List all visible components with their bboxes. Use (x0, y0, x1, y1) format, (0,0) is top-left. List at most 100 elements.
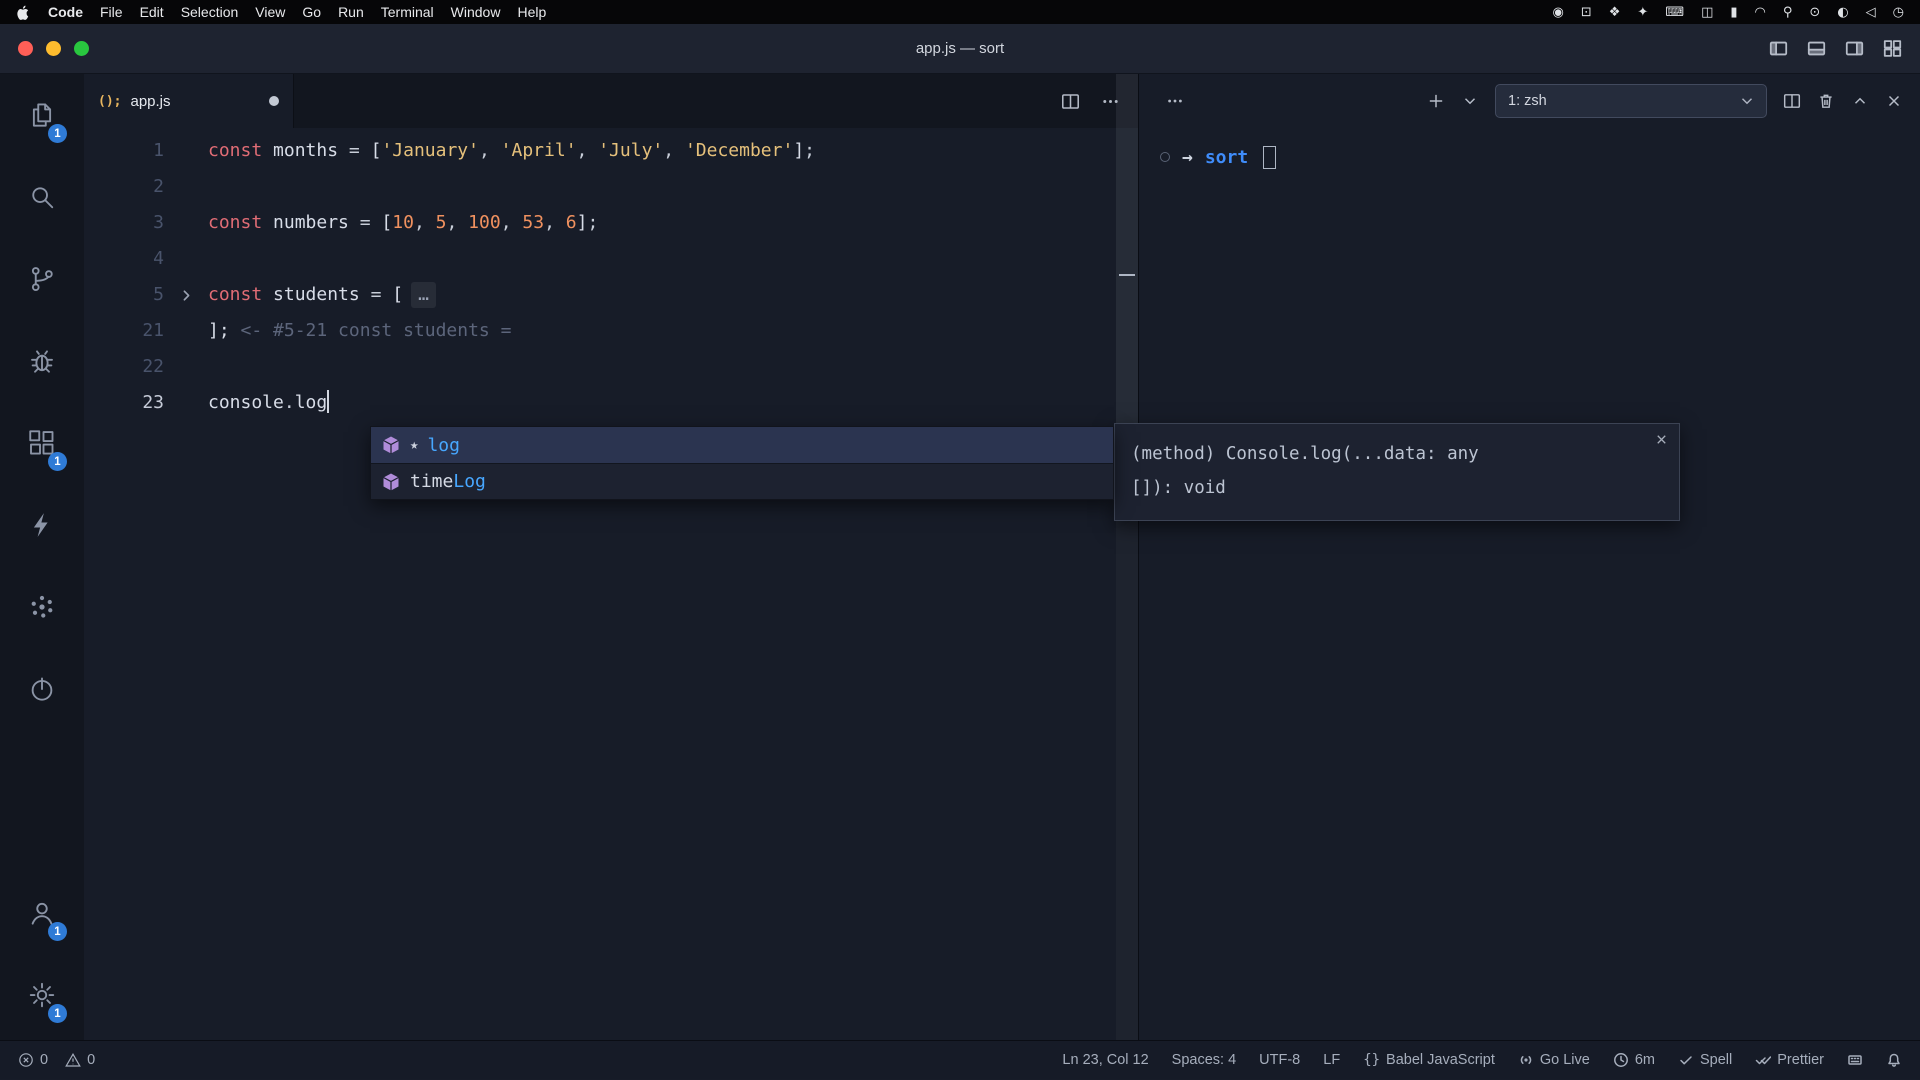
app-menu-code[interactable]: Code (48, 4, 83, 20)
code-token: , (544, 212, 566, 233)
close-window-button[interactable] (18, 41, 33, 56)
status-session-timer[interactable]: 6m (1613, 1052, 1655, 1068)
close-docs-icon[interactable] (1654, 432, 1669, 447)
activity-power[interactable] (0, 648, 84, 730)
new-terminal-icon[interactable] (1427, 92, 1445, 110)
terminal-profile-chevron-icon[interactable] (1461, 92, 1479, 110)
workbench: 11 11 (); app.js 1const months = ['Janua… (0, 74, 1920, 1040)
toggle-secondary-sidebar-icon[interactable] (1845, 39, 1864, 58)
menu-view[interactable]: View (255, 4, 285, 20)
apple-menu-icon[interactable] (16, 5, 31, 20)
activity-run-and-debug[interactable] (0, 320, 84, 402)
fold-gutter (164, 313, 208, 349)
status-language-mode[interactable]: {}Babel JavaScript (1363, 1052, 1495, 1068)
problems-errors[interactable]: 0 (18, 1052, 48, 1068)
activity-bar-bottom: 11 (0, 872, 84, 1040)
minimize-window-button[interactable] (46, 41, 61, 56)
window-controls (18, 41, 89, 56)
activity-accounts[interactable]: 1 (0, 872, 84, 954)
activity-source-control[interactable] (0, 238, 84, 320)
suggestion-item[interactable]: ★log (371, 427, 1113, 463)
code-token: 53 (522, 212, 544, 233)
check-icon (1678, 1052, 1694, 1068)
code-line[interactable]: 4 (84, 241, 1138, 277)
editor-scrollbar[interactable] (1116, 74, 1138, 1040)
code-token: const (208, 140, 262, 161)
code-token: ]; (208, 320, 230, 341)
toggle-primary-sidebar-icon[interactable] (1769, 39, 1788, 58)
split-terminal-icon[interactable] (1783, 92, 1801, 110)
maximize-panel-icon[interactable] (1851, 92, 1869, 110)
toggle-panel-icon[interactable] (1807, 39, 1826, 58)
line-number: 22 (84, 349, 164, 385)
status-prettier[interactable]: Prettier (1755, 1052, 1824, 1068)
code-line[interactable]: 1const months = ['January', 'April', 'Ju… (84, 133, 1138, 169)
code-token: 6 (566, 212, 577, 233)
fold-chevron-icon[interactable] (164, 277, 208, 313)
modified-indicator[interactable] (269, 96, 279, 106)
code-line[interactable]: 3const numbers = [10, 5, 100, 53, 6]; (84, 205, 1138, 241)
status-layout[interactable] (1847, 1052, 1863, 1068)
code-line[interactable]: 5const students = [… (84, 277, 1138, 313)
code-line[interactable]: 23console.log (84, 385, 1138, 421)
status-indentation[interactable]: Spaces: 4 (1172, 1052, 1237, 1068)
activity-extensions[interactable]: 1 (0, 402, 84, 484)
code-line[interactable]: 22 (84, 349, 1138, 385)
split-editor-icon[interactable] (1061, 92, 1080, 111)
activity-settings[interactable]: 1 (0, 954, 84, 1036)
shortcuts-icon[interactable]: ❖ (1609, 5, 1621, 20)
close-panel-icon[interactable] (1885, 92, 1903, 110)
battery-icon[interactable]: ▮ (1730, 5, 1737, 20)
window-manager-icon[interactable]: ◫ (1701, 5, 1713, 20)
search-icon[interactable]: ⚲ (1783, 5, 1793, 20)
terminal-content[interactable]: → sort (1139, 128, 1920, 1040)
keyboard-icon[interactable]: ⌨ (1665, 5, 1684, 20)
control-center-icon[interactable]: ⊙ (1809, 5, 1820, 20)
tab-app-js[interactable]: (); app.js (84, 74, 294, 128)
kill-terminal-icon[interactable] (1817, 92, 1835, 110)
status-spell[interactable]: Spell (1678, 1052, 1732, 1068)
code-token (349, 212, 360, 233)
menu-file[interactable]: File (100, 4, 123, 20)
layout-controls (1769, 39, 1902, 58)
activity-search[interactable] (0, 156, 84, 238)
code-line[interactable]: 21]; <- #5-21 const students = (84, 313, 1138, 349)
menu-help[interactable]: Help (517, 4, 546, 20)
menu-window[interactable]: Window (451, 4, 501, 20)
code-text: const months = ['January', 'April', 'Jul… (208, 133, 815, 169)
terminal-session-select[interactable]: 1: zsh (1495, 84, 1767, 118)
status-eol[interactable]: LF (1323, 1052, 1340, 1068)
problems-warnings[interactable]: 0 (65, 1052, 95, 1068)
clock-icon[interactable]: ◷ (1893, 5, 1904, 20)
code-line[interactable]: 2 (84, 169, 1138, 205)
menu-edit[interactable]: Edit (140, 4, 164, 20)
suggestion-item[interactable]: timeLog (371, 463, 1113, 499)
display-icon[interactable]: ⊡ (1581, 5, 1592, 20)
activity-lightning[interactable] (0, 484, 84, 566)
status-label: Babel JavaScript (1386, 1052, 1495, 1068)
fold-gutter (164, 133, 208, 169)
activity-explorer[interactable]: 1 (0, 74, 84, 156)
menu-terminal[interactable]: Terminal (381, 4, 434, 20)
code-token (360, 140, 371, 161)
screen-record-icon[interactable]: ◉ (1553, 5, 1564, 20)
wifi-icon[interactable]: ◠ (1755, 5, 1766, 20)
status-notifications[interactable] (1886, 1052, 1902, 1068)
menu-go[interactable]: Go (302, 4, 321, 20)
paintbrush-icon[interactable]: ✦ (1637, 5, 1648, 20)
customize-layout-icon[interactable] (1883, 39, 1902, 58)
code-editor[interactable]: 1const months = ['January', 'April', 'Ju… (84, 128, 1138, 1040)
status-encoding[interactable]: UTF-8 (1259, 1052, 1300, 1068)
badge: 1 (48, 124, 67, 143)
panel-more-actions-icon[interactable] (1166, 92, 1184, 110)
layout-icon (1847, 1052, 1863, 1068)
menu-selection[interactable]: Selection (181, 4, 239, 20)
siri-icon[interactable]: ◐ (1837, 5, 1848, 20)
menu-run[interactable]: Run (338, 4, 364, 20)
volume-icon[interactable]: ◁ (1866, 5, 1876, 20)
activity-dots[interactable] (0, 566, 84, 648)
status-cursor-position[interactable]: Ln 23, Col 12 (1062, 1052, 1148, 1068)
status-bar-left: 0 0 (18, 1052, 95, 1068)
zoom-window-button[interactable] (74, 41, 89, 56)
status-go-live[interactable]: Go Live (1518, 1052, 1590, 1068)
